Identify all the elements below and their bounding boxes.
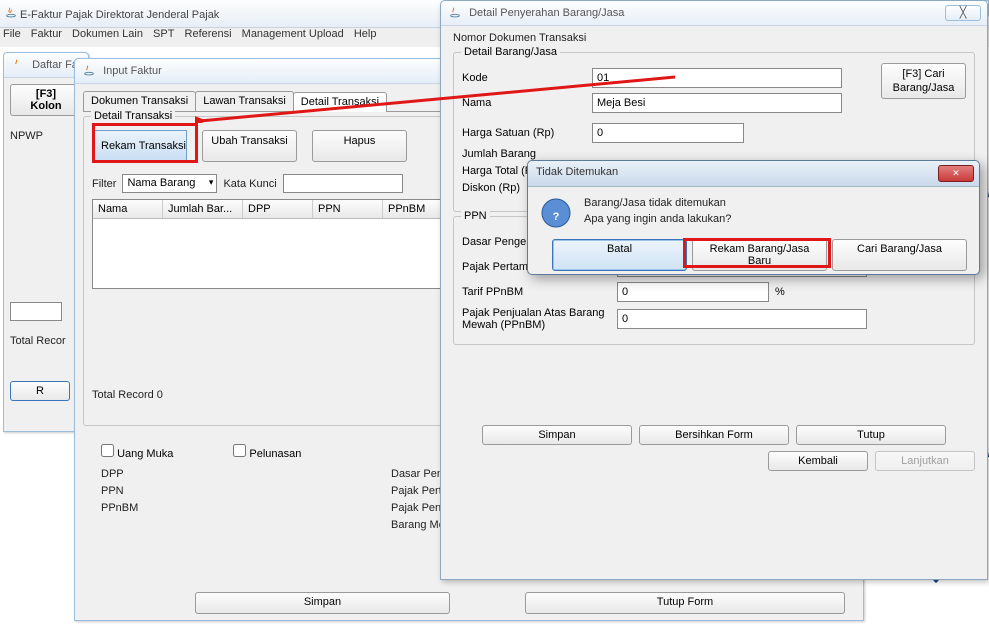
tab-detail[interactable]: Detail Transaksi <box>293 92 387 112</box>
ppn-legend: PPN <box>461 210 490 222</box>
java-icon <box>11 58 25 72</box>
ppnbm-input[interactable] <box>617 309 867 329</box>
daftar-title: Daftar Fa <box>32 59 78 71</box>
dialog-line1: Barang/Jasa tidak ditemukan <box>584 197 731 209</box>
kembali-button[interactable]: Kembali <box>768 451 868 471</box>
app-title: E-Faktur Pajak Direktorat Jenderal Pajak <box>20 9 219 21</box>
detail-title: Detail Penyerahan Barang/Jasa <box>469 7 624 19</box>
col-ppn[interactable]: PPN <box>313 200 383 218</box>
nama-input[interactable] <box>592 93 842 113</box>
cari-barang-button[interactable]: Cari Barang/Jasa <box>832 239 967 271</box>
menu-file[interactable]: File <box>3 28 21 40</box>
highlight-rekam <box>92 123 198 163</box>
detail-penyerahan-window: Detail Penyerahan Barang/Jasa ╳ Nomor Do… <box>440 0 988 580</box>
kata-kunci-input[interactable] <box>283 174 403 193</box>
dialog-line2: Apa yang ingin anda lakukan? <box>584 213 731 225</box>
npwp-label: NPWP <box>10 130 82 142</box>
nama-label: Nama <box>462 97 592 109</box>
java-icon <box>82 64 96 78</box>
detail-transaksi-legend: Detail Transaksi <box>91 110 175 122</box>
penj-label: Pajak Penj <box>391 502 445 514</box>
tutup-form-button[interactable]: Tutup Form <box>525 592 845 614</box>
uang-muka-check[interactable]: Uang Muka <box>101 444 173 460</box>
java-icon <box>448 6 462 20</box>
percent-label: % <box>775 286 785 298</box>
batal-button[interactable]: Batal <box>552 239 687 271</box>
svg-text:?: ? <box>553 211 560 223</box>
tab-dokumen[interactable]: Dokumen Transaksi <box>83 91 196 111</box>
lanjutkan-button: Lanjutkan <box>875 451 975 471</box>
tidak-ditemukan-dialog: Tidak Ditemukan ✕ ? Barang/Jasa tidak di… <box>527 160 980 275</box>
daftar-textbox[interactable] <box>10 302 62 321</box>
menu-help[interactable]: Help <box>354 28 377 40</box>
filter-combo[interactable]: Nama Barang <box>122 174 217 193</box>
col-jumlah[interactable]: Jumlah Bar... <box>163 200 243 218</box>
detail-simpan-button[interactable]: Simpan <box>482 425 632 445</box>
dialog-close-button[interactable]: ✕ <box>938 165 974 182</box>
total-record-label: Total Recor <box>10 335 82 347</box>
input-title: Input Faktur <box>103 65 162 77</box>
menu-faktur[interactable]: Faktur <box>31 28 62 40</box>
r-button[interactable]: R <box>10 381 70 401</box>
menu-dokumen[interactable]: Dokumen Lain <box>72 28 143 40</box>
bj-legend: Detail Barang/Jasa <box>461 46 560 58</box>
ppn-label: PPN <box>101 485 391 497</box>
pert-label: Pajak Pert <box>391 485 445 497</box>
f3-kolom-button[interactable]: [F3] Kolon <box>10 84 82 116</box>
dasar-label: Dasar Pen <box>391 468 445 480</box>
col-dpp[interactable]: DPP <box>243 200 313 218</box>
simpan-button[interactable]: Simpan <box>195 592 450 614</box>
java-icon <box>4 6 18 20</box>
filter-label: Filter <box>92 178 116 190</box>
menu-management[interactable]: Management Upload <box>242 28 344 40</box>
col-ppnbm[interactable]: PPnBM <box>383 200 443 218</box>
dialog-title: Tidak Ditemukan <box>536 166 618 178</box>
ubah-transaksi-button[interactable]: Ubah Transaksi <box>202 130 297 162</box>
menu-spt[interactable]: SPT <box>153 28 174 40</box>
bersihkan-button[interactable]: Bersihkan Form <box>639 425 789 445</box>
tarif-label: Tarif PPnBM <box>462 286 617 298</box>
tarif-input[interactable] <box>617 282 769 302</box>
bm-label: Barang Me <box>391 519 445 531</box>
kata-kunci-label: Kata Kunci <box>223 178 276 190</box>
question-icon: ? <box>540 197 572 229</box>
nomor-label: Nomor Dokumen Transaksi <box>453 32 975 44</box>
pelunasan-check[interactable]: Pelunasan <box>233 444 301 460</box>
col-nama[interactable]: Nama <box>93 200 163 218</box>
kode-label: Kode <box>462 72 592 84</box>
detail-tutup-button[interactable]: Tutup <box>796 425 946 445</box>
detail-close-button[interactable]: ╳ <box>945 5 981 21</box>
f3-cari-button[interactable]: [F3] Cari Barang/Jasa <box>881 63 966 99</box>
jumlah-barang-label: Jumlah Barang <box>462 148 592 160</box>
harga-satuan-label: Harga Satuan (Rp) <box>462 127 592 139</box>
ppnbm-label2: Pajak Penjualan Atas Barang Mewah (PPnBM… <box>462 307 617 331</box>
kode-input[interactable] <box>592 68 842 88</box>
menu-referensi[interactable]: Referensi <box>185 28 232 40</box>
highlight-rekam-dialog <box>683 238 831 268</box>
harga-satuan-input[interactable] <box>592 123 744 143</box>
ppnbm-label: PPnBM <box>101 502 391 514</box>
hapus-button[interactable]: Hapus <box>312 130 407 162</box>
dpp-label: DPP <box>101 468 391 480</box>
tab-lawan[interactable]: Lawan Transaksi <box>195 91 294 111</box>
